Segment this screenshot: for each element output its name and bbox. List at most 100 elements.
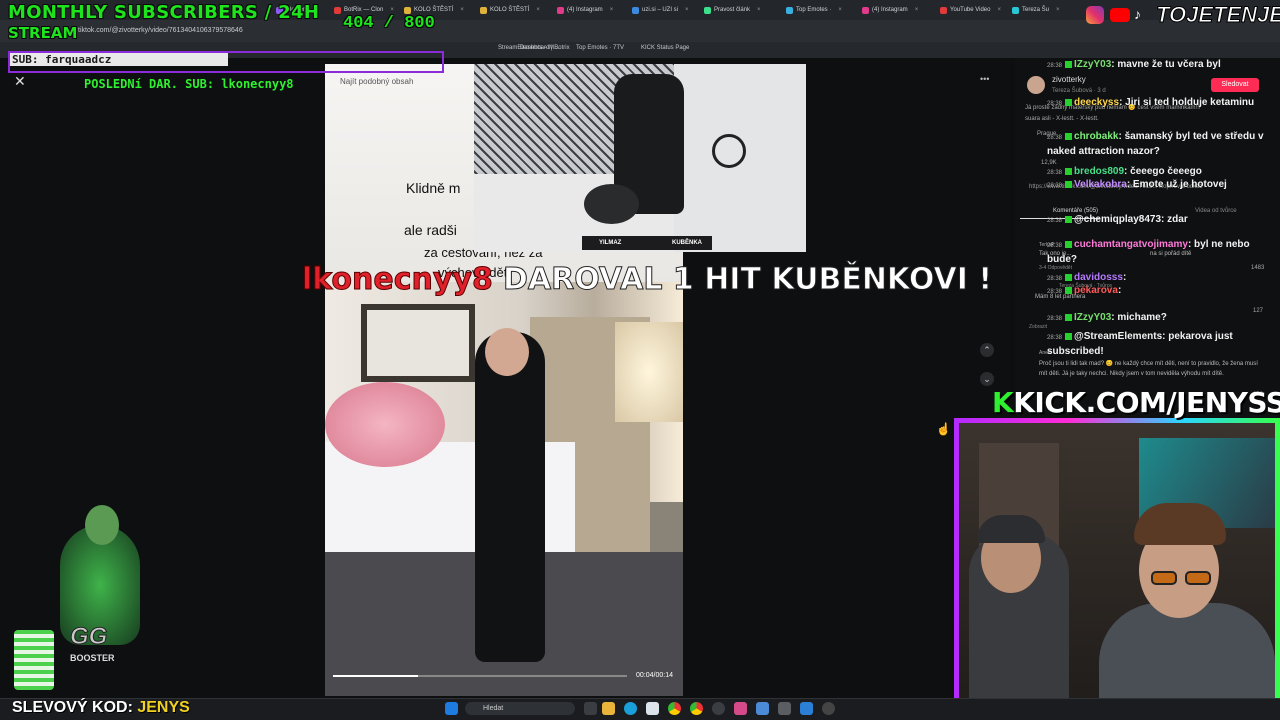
show-more-replies[interactable]: Zobrazit [1029,324,1047,330]
creator-videos-tab[interactable]: Videa od tvůrce [1195,208,1237,214]
chat-username[interactable]: Velkakobra [1074,179,1127,190]
chat-message[interactable]: 28:38 @chemiqplay8473: zdar [1047,213,1188,228]
author-name[interactable]: zivotterky [1052,75,1086,84]
tab-label: KOLO ŠTĚSTÍ [414,7,454,13]
promo-label: SLEVOVÝ KOD: JENYS [12,699,190,717]
tab-close-icon[interactable]: × [685,7,689,13]
tab-close-icon[interactable]: × [536,7,540,13]
browser-tab[interactable]: KOLO ŠTĚSTÍ × [480,3,552,17]
author-avatar[interactable] [1027,76,1045,94]
tab-close-icon[interactable]: × [757,7,761,13]
chat-text: : [1122,272,1127,283]
chat-username[interactable]: chrobakk [1074,131,1118,142]
browser-tab[interactable]: Tereza Šu × [1012,3,1060,17]
task-view-icon[interactable] [584,702,597,715]
chat-username[interactable]: cuchamtangatvojimamy [1074,239,1188,250]
tab-close-icon[interactable]: × [390,7,394,13]
video-sound[interactable]: suara asli - X-lestt. - X-lestt. [1025,116,1099,122]
browser-tab[interactable]: (4) Instagram × [557,3,627,17]
tab-favicon-icon [404,6,411,14]
chat-username[interactable]: IZzyY03 [1074,312,1111,323]
booster-label: BOOSTER [70,653,115,663]
app-icon[interactable] [734,702,747,715]
tab-close-icon[interactable]: × [838,7,842,13]
tab-close-icon[interactable]: × [610,7,614,13]
similar-content-label[interactable]: Najít podobný obsah [340,77,413,86]
tab-favicon-icon [632,6,639,14]
chrome-profile-icon[interactable] [690,702,703,715]
chat-message[interactable]: 28:38 IZzyY03: mavne že tu včera byl [1047,58,1221,73]
more-options-icon[interactable]: ••• [980,74,989,84]
notes-icon[interactable] [756,702,769,715]
chat-username[interactable]: pekarova [1074,285,1118,296]
media-icon[interactable] [822,702,835,715]
prev-video-icon[interactable]: ⌃ [980,343,994,357]
chat-message[interactable]: 28:38 chrobakk: šamanský byl ted ve střed… [1047,130,1277,158]
browser-tab[interactable]: Top Emotes · × [786,3,856,17]
follow-button[interactable]: Sledovat [1211,78,1259,92]
chat-time: 28:38 [1047,135,1063,141]
tab-close-icon[interactable]: × [915,7,919,13]
chat-message[interactable]: 28:38 cuchamtangatvojimamy: byl ne nebo b… [1047,238,1277,266]
bookmark-4[interactable]: KICK Status Page [641,45,689,51]
tab-label: Pravost článk [714,7,751,13]
chat-badge-icon [1065,215,1073,223]
tab-label: Top Emotes · [796,7,832,13]
chat-message[interactable]: 28:38 @StreamElements: pekarova just subs… [1047,330,1277,358]
video-subtitle-2: ale radši [404,222,457,238]
comment-3-text: Proč jsou ti lidi tak mad? 😊 ne každý ch… [1039,361,1258,377]
chat-message[interactable]: 28:38 Velkakobra: Emote už je hotovej [1047,178,1227,193]
store-icon[interactable] [646,702,659,715]
chat-username[interactable]: @StreamElements [1074,331,1162,342]
next-video-icon[interactable]: ⌄ [980,372,994,386]
chrome-icon[interactable] [668,702,681,715]
chat-username[interactable]: IZzyY03 [1074,59,1111,70]
tab-favicon-icon [786,6,793,14]
tab-close-icon[interactable]: × [997,7,1001,13]
chat-text: : Emote už je hotovej [1126,179,1227,190]
chat-badge-icon [1065,286,1073,294]
bookmark-3[interactable]: Top Emotes · 7TV [576,45,624,51]
tab-close-icon[interactable]: × [1056,7,1060,13]
promo-text: SLEVOVÝ KOD: [12,699,133,716]
url-text[interactable]: tiktok.com/@zivotterky/video/76134041063… [78,27,243,34]
fighter-left-label: YILMAZ [599,240,622,246]
booster-mascot: GG BOOSTER [14,505,170,695]
chat-text: : mavne že tu včera byl [1111,59,1221,70]
chat-badge-icon [1065,98,1073,106]
chat-message[interactable]: 28:38 IZzyY03: michame? [1047,311,1167,326]
video-scene [325,282,683,696]
chat-badge-icon [1065,60,1073,68]
browser-tab[interactable]: (4) Instagram × [862,3,934,17]
comment-2-likes[interactable]: 127 [1253,308,1263,314]
chat-badge-icon [1065,132,1073,140]
chat-time: 28:38 [1047,170,1063,176]
tab-label: Tereza Šu [1022,7,1050,13]
chat-message[interactable]: 28:38 deeckyss: Jiri si ted holduje ketam… [1047,96,1254,111]
obs-icon[interactable] [712,702,725,715]
windows-start-icon[interactable] [445,702,458,715]
tab-close-icon[interactable]: × [460,7,464,13]
taskbar-search[interactable]: Hledat [465,702,575,715]
chat-username[interactable]: bredos809 [1074,166,1124,177]
browser-tab[interactable]: YouTube Video × [940,3,1006,17]
browser-tab[interactable]: uzi.si – UZI si × [632,3,698,17]
chat-username[interactable]: @chemiqplay8473 [1074,214,1161,225]
browser-tab[interactable]: Pravost článk × [704,3,780,17]
chat-username[interactable]: davidosss [1074,272,1123,283]
photos-icon[interactable] [800,702,813,715]
bookmark-2[interactable]: StreamElements – M... [498,45,559,51]
chat-username[interactable]: deeckyss [1074,97,1119,108]
edge-icon[interactable] [624,702,637,715]
chat-message[interactable]: 28:38 pekarova: [1047,284,1121,299]
alert-message: DAROVAL 1 HIT KUBĚNKOVI ! [502,262,993,298]
chat-time: 28:38 [1047,218,1063,224]
tab-favicon-icon [704,6,711,14]
chat-time: 28:38 [1047,243,1063,249]
webcam-frame [954,418,1280,720]
file-explorer-icon[interactable] [602,702,615,715]
tab-favicon-icon [480,6,487,14]
close-icon[interactable]: ✕ [14,73,26,90]
mma-replay-inset [474,64,806,252]
settings-icon[interactable] [778,702,791,715]
